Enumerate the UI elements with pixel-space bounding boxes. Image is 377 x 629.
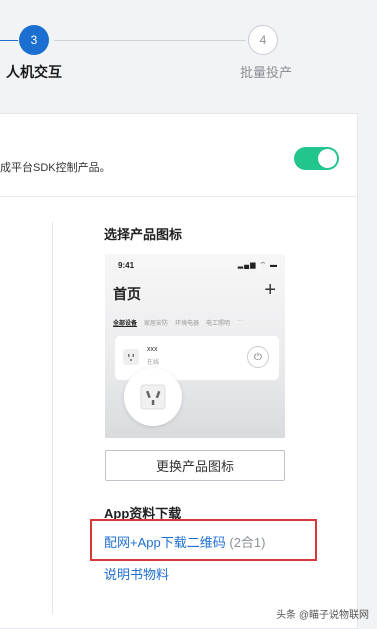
socket-icon — [123, 349, 139, 365]
qr-link-row: 配网+App下载二维码 (2合1) — [104, 532, 265, 551]
preview-time: 9:41 — [118, 261, 135, 270]
vertical-divider — [52, 222, 53, 614]
progress-stepper: 3 4 人机交互 批量投产 — [0, 0, 377, 100]
step-connector-left — [0, 40, 18, 41]
product-icon-preview: 9:41 ▂▄▆ ⌔ ▬ 首页 + 全部设备 家居安防 环境电器 电工照明 ··… — [105, 254, 285, 438]
preview-tab: 家居安防 — [144, 321, 169, 327]
power-icon: ⏻ — [247, 346, 269, 368]
preview-tab: 全部设备 — [113, 321, 138, 327]
step-3-label: 人机交互 — [6, 64, 62, 80]
icon-section-title: 选择产品图标 — [104, 227, 183, 242]
more-icon: ··· — [237, 318, 244, 324]
preview-tab: 环境电器 — [175, 321, 200, 327]
preview-tabs: 全部设备 家居安防 环境电器 电工照明 ··· — [113, 318, 283, 327]
qr-note: (2合1) — [229, 535, 266, 550]
config-card: 成平台SDK控制产品。 选择产品图标 9:41 ▂▄▆ ⌔ ▬ 首页 + 全部设… — [0, 113, 358, 629]
step-3-circle[interactable]: 3 — [19, 25, 49, 55]
socket-icon — [124, 368, 182, 426]
sdk-description: 成平台SDK控制产品。 — [0, 162, 111, 174]
step-4-label: 批量投产 — [240, 65, 293, 80]
preview-device-status: 在线 — [147, 360, 160, 366]
preview-status-icons: ▂▄▆ ⌔ ▬ — [237, 262, 278, 269]
preview-tab: 电工照明 — [206, 321, 231, 327]
step-4-circle[interactable]: 4 — [248, 25, 278, 55]
preview-home-title: 首页 — [113, 286, 141, 302]
card-header: 成平台SDK控制产品。 — [0, 114, 357, 197]
plus-icon: + — [264, 279, 276, 301]
step-connector — [54, 40, 246, 41]
sdk-toggle[interactable] — [294, 147, 339, 170]
toggle-knob — [318, 149, 337, 168]
preview-device-name: xxx — [147, 346, 158, 353]
qr-download-link[interactable]: 配网+App下载二维码 — [104, 535, 226, 550]
change-icon-button[interactable]: 更换产品图标 — [105, 450, 285, 481]
watermark: 头条 @瞄子说物联网 — [276, 610, 369, 621]
manual-link[interactable]: 说明书物料 — [104, 564, 169, 583]
